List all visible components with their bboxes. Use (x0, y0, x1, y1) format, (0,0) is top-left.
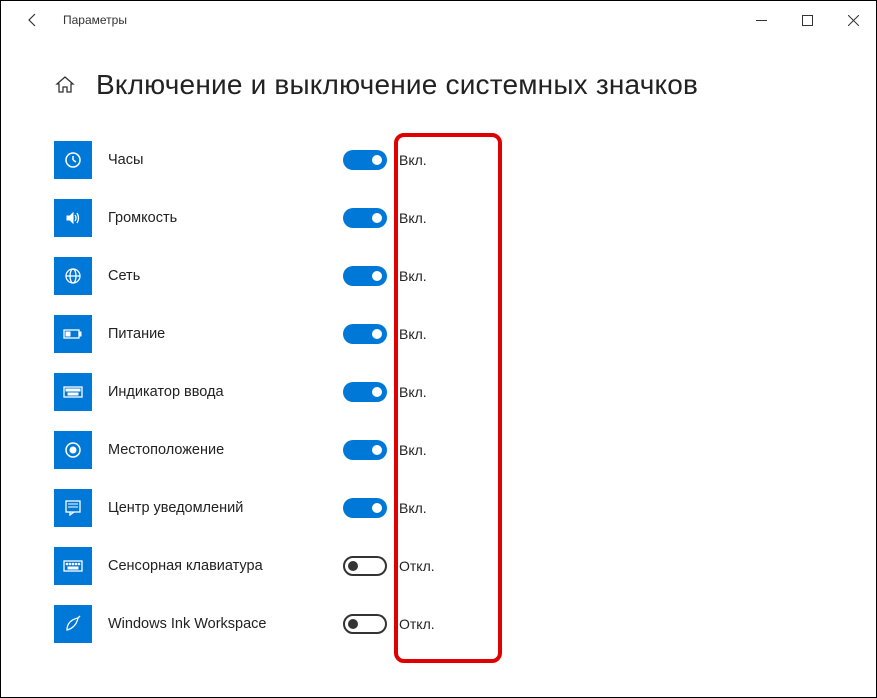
minimize-button[interactable] (738, 1, 784, 39)
page-title: Включение и выключение системных значков (96, 69, 698, 101)
item-row-clock: Часы Вкл. (54, 131, 876, 189)
keyboard-icon (54, 373, 92, 411)
item-row-notifications: Центр уведомлений Вкл. (54, 479, 876, 537)
home-icon[interactable] (54, 74, 76, 96)
item-row-location: Местоположение Вкл. (54, 421, 876, 479)
toggle-state-label: Вкл. (399, 326, 427, 342)
toggle-state-label: Вкл. (399, 500, 427, 516)
toggle-wrap: Вкл. (343, 324, 427, 344)
toggle-state-label: Вкл. (399, 152, 427, 168)
item-row-battery: Питание Вкл. (54, 305, 876, 363)
item-row-globe: Сеть Вкл. (54, 247, 876, 305)
item-label: Сенсорная клавиатура (108, 558, 343, 574)
maximize-button[interactable] (784, 1, 830, 39)
item-row-touch-keyboard: Сенсорная клавиатура Откл. (54, 537, 876, 595)
toggle-state-label: Вкл. (399, 442, 427, 458)
battery-icon (54, 315, 92, 353)
items-list: Часы Вкл. Громкость Вкл. Сеть Вкл. Питание Вкл.… (54, 131, 876, 653)
item-label: Сеть (108, 268, 343, 284)
touch-keyboard-icon (54, 547, 92, 585)
location-icon (54, 431, 92, 469)
item-label: Часы (108, 152, 343, 168)
item-label: Питание (108, 326, 343, 342)
window-title: Параметры (63, 13, 127, 27)
toggle-keyboard[interactable] (343, 382, 387, 402)
clock-icon (54, 141, 92, 179)
toggle-wrap: Вкл. (343, 440, 427, 460)
window-controls (738, 1, 876, 39)
toggle-location[interactable] (343, 440, 387, 460)
toggle-state-label: Вкл. (399, 210, 427, 226)
toggle-state-label: Откл. (399, 558, 435, 574)
ink-icon (54, 605, 92, 643)
toggle-wrap: Вкл. (343, 150, 427, 170)
toggle-clock[interactable] (343, 150, 387, 170)
toggle-volume[interactable] (343, 208, 387, 228)
item-label: Индикатор ввода (108, 384, 343, 400)
toggle-ink[interactable] (343, 614, 387, 634)
toggle-globe[interactable] (343, 266, 387, 286)
item-row-keyboard: Индикатор ввода Вкл. (54, 363, 876, 421)
close-button[interactable] (830, 1, 876, 39)
toggle-wrap: Вкл. (343, 266, 427, 286)
heading-row: Включение и выключение системных значков (54, 69, 876, 101)
volume-icon (54, 199, 92, 237)
toggle-wrap: Вкл. (343, 382, 427, 402)
toggle-wrap: Откл. (343, 614, 435, 634)
item-row-volume: Громкость Вкл. (54, 189, 876, 247)
notifications-icon (54, 489, 92, 527)
toggle-state-label: Вкл. (399, 384, 427, 400)
globe-icon (54, 257, 92, 295)
content-area: Включение и выключение системных значков… (1, 69, 876, 653)
back-button[interactable] (13, 1, 53, 39)
item-row-ink: Windows Ink Workspace Откл. (54, 595, 876, 653)
toggle-battery[interactable] (343, 324, 387, 344)
toggle-wrap: Вкл. (343, 498, 427, 518)
toggle-wrap: Вкл. (343, 208, 427, 228)
item-label: Громкость (108, 210, 343, 226)
titlebar: Параметры (1, 1, 876, 39)
toggle-notifications[interactable] (343, 498, 387, 518)
item-label: Центр уведомлений (108, 500, 343, 516)
toggle-touch-keyboard[interactable] (343, 556, 387, 576)
toggle-state-label: Откл. (399, 616, 435, 632)
item-label: Windows Ink Workspace (108, 616, 343, 632)
toggle-state-label: Вкл. (399, 268, 427, 284)
item-label: Местоположение (108, 442, 343, 458)
toggle-wrap: Откл. (343, 556, 435, 576)
